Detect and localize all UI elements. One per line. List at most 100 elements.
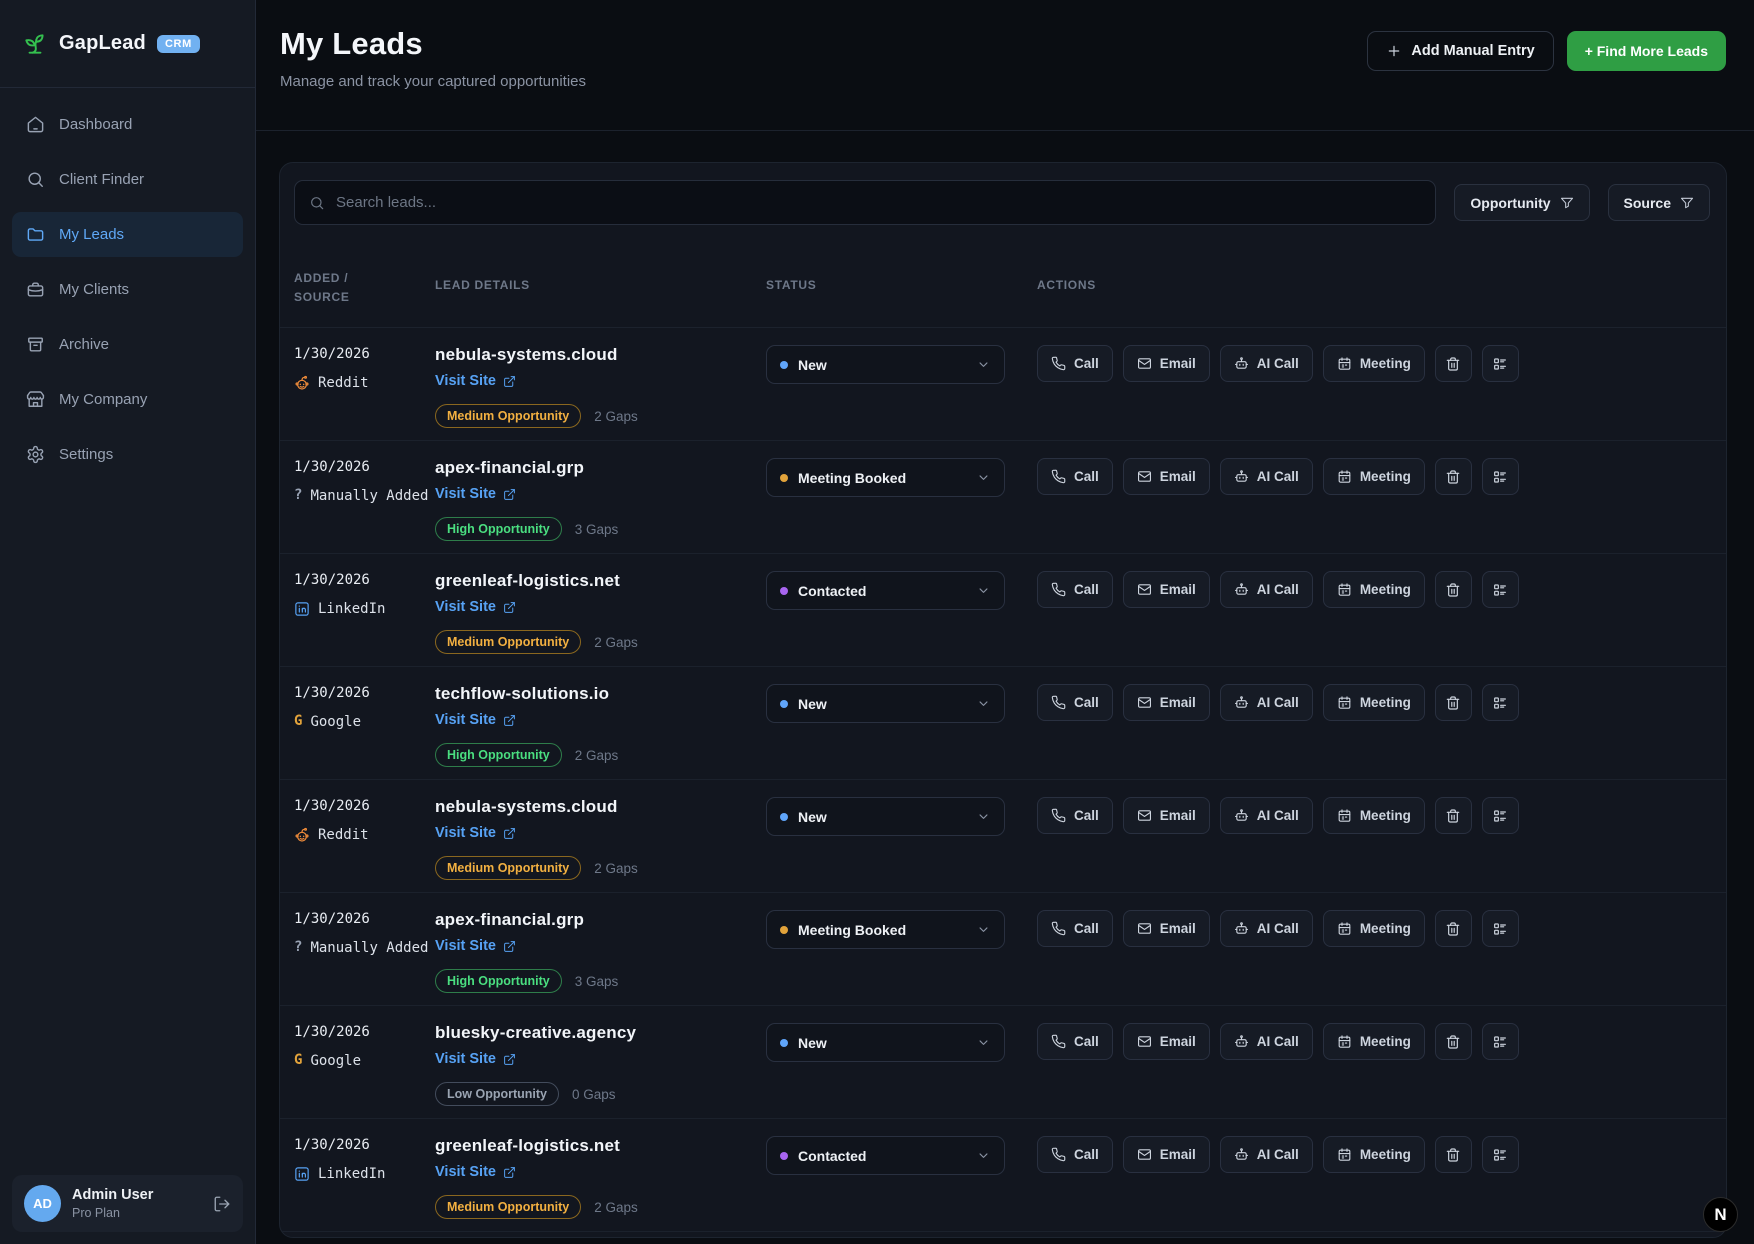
call-button[interactable]: Call: [1037, 1136, 1113, 1173]
email-button[interactable]: Email: [1123, 1136, 1210, 1173]
trash-button[interactable]: [1435, 1023, 1472, 1060]
meeting-button[interactable]: Meeting: [1323, 684, 1425, 721]
trash-button[interactable]: [1435, 458, 1472, 495]
call-button[interactable]: Call: [1037, 345, 1113, 382]
call-button[interactable]: Call: [1037, 910, 1113, 947]
list-button[interactable]: [1482, 797, 1519, 834]
list-button[interactable]: [1482, 458, 1519, 495]
trash-button[interactable]: [1435, 345, 1472, 382]
email-button[interactable]: Email: [1123, 797, 1210, 834]
call-button[interactable]: Call: [1037, 1023, 1113, 1060]
lead-source-label: Manually Added: [310, 487, 428, 506]
sidebar-item-my-company[interactable]: My Company: [12, 377, 243, 422]
email-button[interactable]: Email: [1123, 571, 1210, 608]
cell-added-source: 1/30/2026Reddit: [294, 345, 435, 440]
meeting-button[interactable]: Meeting: [1323, 345, 1425, 382]
status-dot: [780, 1039, 788, 1047]
lead-source: Reddit: [294, 374, 435, 393]
meeting-label: Meeting: [1360, 808, 1411, 823]
ai-call-button[interactable]: AI Call: [1220, 797, 1313, 834]
cell-status: New: [766, 797, 1037, 892]
lead-domain: bluesky-creative.agency: [435, 1023, 766, 1043]
status-dropdown[interactable]: New: [766, 797, 1005, 836]
chevron-icon: [976, 357, 991, 372]
status-dropdown[interactable]: New: [766, 684, 1005, 723]
ai-call-button[interactable]: AI Call: [1220, 684, 1313, 721]
phone-icon: [1051, 808, 1066, 823]
status-dropdown[interactable]: Meeting Booked: [766, 910, 1005, 949]
status-dropdown[interactable]: Contacted: [766, 1136, 1005, 1175]
trash-button[interactable]: [1435, 910, 1472, 947]
n-dev-badge[interactable]: N: [1703, 1197, 1738, 1232]
ai-call-label: AI Call: [1257, 356, 1299, 371]
badge-row: High Opportunity3 Gaps: [435, 517, 766, 541]
add-manual-entry-button[interactable]: Add Manual Entry: [1367, 31, 1553, 71]
call-button[interactable]: Call: [1037, 458, 1113, 495]
sidebar-item-my-clients[interactable]: My Clients: [12, 267, 243, 312]
cell-lead-details: apex-financial.grpVisit SiteHigh Opportu…: [435, 910, 766, 1005]
sidebar-item-settings[interactable]: Settings: [12, 432, 243, 477]
call-label: Call: [1074, 808, 1099, 823]
opportunity-filter-button[interactable]: Opportunity: [1454, 184, 1589, 221]
reddit-icon: [294, 827, 310, 843]
find-more-leads-button[interactable]: + Find More Leads: [1567, 31, 1726, 71]
mail-icon: [1137, 1034, 1152, 1049]
visit-site-link[interactable]: Visit Site: [435, 486, 516, 502]
user-card[interactable]: AD Admin User Pro Plan: [12, 1175, 243, 1232]
visit-site-label: Visit Site: [435, 1164, 496, 1180]
meeting-button[interactable]: Meeting: [1323, 1023, 1425, 1060]
sidebar-item-my-leads[interactable]: My Leads: [12, 212, 243, 257]
search-input[interactable]: [336, 194, 1421, 211]
ai-call-button[interactable]: AI Call: [1220, 910, 1313, 947]
cell-actions: Call Email AI Call Meeting: [1037, 684, 1710, 779]
trash-button[interactable]: [1435, 1136, 1472, 1173]
visit-site-link[interactable]: Visit Site: [435, 712, 516, 728]
sidebar-item-dashboard[interactable]: Dashboard: [12, 102, 243, 147]
call-button[interactable]: Call: [1037, 684, 1113, 721]
source-filter-button[interactable]: Source: [1608, 184, 1710, 221]
list-button[interactable]: [1482, 910, 1519, 947]
email-button[interactable]: Email: [1123, 345, 1210, 382]
list-button[interactable]: [1482, 345, 1519, 382]
cell-lead-details: bluesky-creative.agencyVisit SiteLow Opp…: [435, 1023, 766, 1118]
visit-site-link[interactable]: Visit Site: [435, 1164, 516, 1180]
status-dropdown[interactable]: Contacted: [766, 571, 1005, 610]
ai-call-button[interactable]: AI Call: [1220, 345, 1313, 382]
visit-site-link[interactable]: Visit Site: [435, 825, 516, 841]
call-button[interactable]: Call: [1037, 571, 1113, 608]
email-button[interactable]: Email: [1123, 684, 1210, 721]
status-dropdown[interactable]: Meeting Booked: [766, 458, 1005, 497]
list-button[interactable]: [1482, 1136, 1519, 1173]
status-dropdown[interactable]: New: [766, 345, 1005, 384]
search-box: [294, 180, 1436, 225]
visit-site-link[interactable]: Visit Site: [435, 373, 516, 389]
email-button[interactable]: Email: [1123, 458, 1210, 495]
list-button[interactable]: [1482, 684, 1519, 721]
meeting-button[interactable]: Meeting: [1323, 910, 1425, 947]
trash-button[interactable]: [1435, 571, 1472, 608]
trash-button[interactable]: [1435, 684, 1472, 721]
visit-site-link[interactable]: Visit Site: [435, 938, 516, 954]
email-button[interactable]: Email: [1123, 910, 1210, 947]
meeting-button[interactable]: Meeting: [1323, 797, 1425, 834]
visit-site-link[interactable]: Visit Site: [435, 1051, 516, 1067]
ai-call-button[interactable]: AI Call: [1220, 1136, 1313, 1173]
visit-site-link[interactable]: Visit Site: [435, 599, 516, 615]
meeting-button[interactable]: Meeting: [1323, 458, 1425, 495]
meeting-button[interactable]: Meeting: [1323, 571, 1425, 608]
ai-call-button[interactable]: AI Call: [1220, 571, 1313, 608]
list-button[interactable]: [1482, 1023, 1519, 1060]
ai-call-button[interactable]: AI Call: [1220, 1023, 1313, 1060]
sidebar-item-archive[interactable]: Archive: [12, 322, 243, 367]
trash-button[interactable]: [1435, 797, 1472, 834]
email-button[interactable]: Email: [1123, 1023, 1210, 1060]
status-dropdown[interactable]: New: [766, 1023, 1005, 1062]
meeting-button[interactable]: Meeting: [1323, 1136, 1425, 1173]
logout-icon[interactable]: [213, 1195, 231, 1213]
gaps-count: 2 Gaps: [594, 861, 638, 876]
table-row: 1/30/2026LinkedIngreenleaf-logistics.net…: [280, 554, 1726, 667]
call-button[interactable]: Call: [1037, 797, 1113, 834]
sidebar-item-client-finder[interactable]: Client Finder: [12, 157, 243, 202]
list-button[interactable]: [1482, 571, 1519, 608]
ai-call-button[interactable]: AI Call: [1220, 458, 1313, 495]
